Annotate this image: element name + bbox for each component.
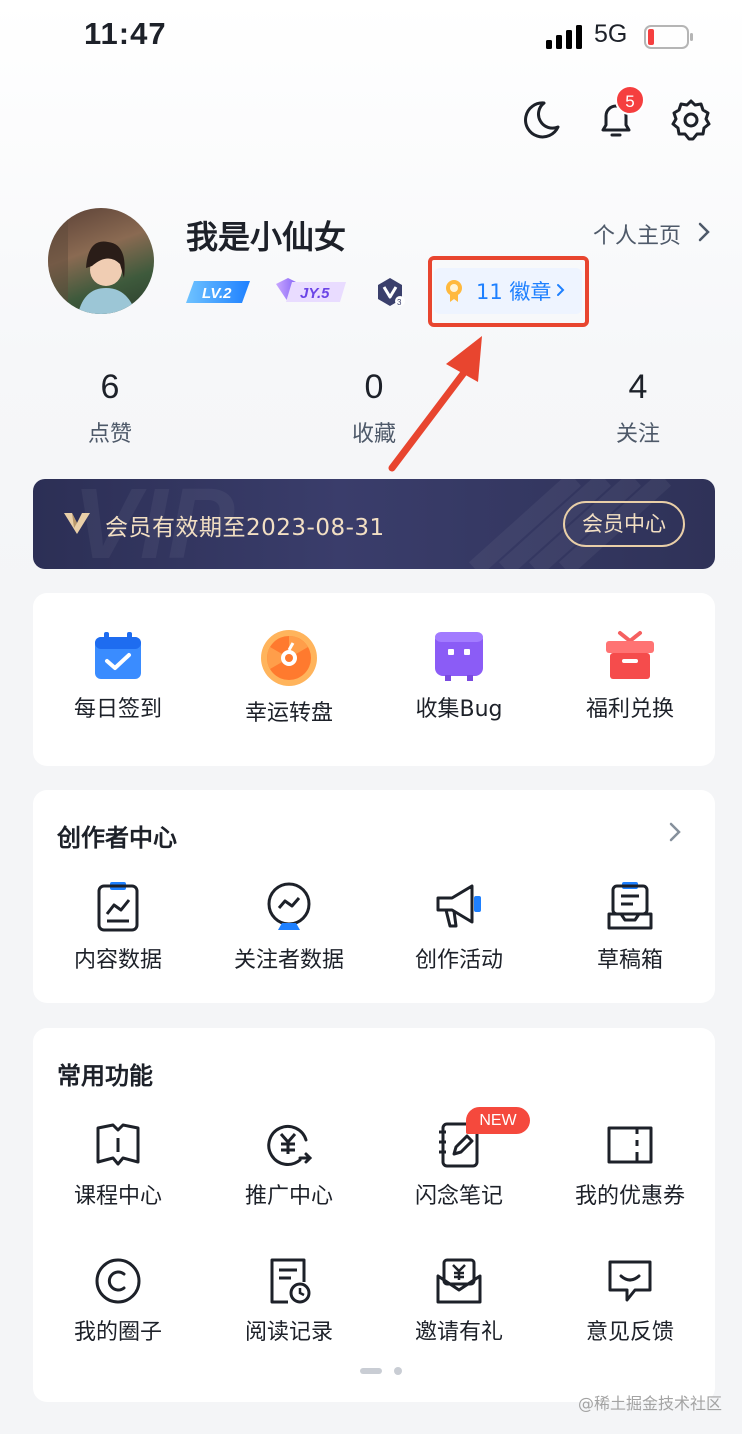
follower-chart-icon xyxy=(267,882,311,930)
reading-history-item[interactable]: 阅读记录 xyxy=(204,1256,374,1346)
chart-clipboard-icon xyxy=(97,882,139,932)
v-badge-level: 3 xyxy=(397,298,402,307)
jy-badge-text: JY.5 xyxy=(300,285,330,302)
homepage-link[interactable]: 个人主页 xyxy=(593,218,681,250)
vip-v-icon xyxy=(64,513,90,534)
book-icon xyxy=(96,1123,140,1166)
creator-item-label: 关注者数据 xyxy=(233,948,344,973)
calendar-check-icon xyxy=(95,632,141,679)
function-label: 意见反馈 xyxy=(585,1320,674,1345)
circle-icon xyxy=(95,1258,141,1304)
battery-icon xyxy=(644,25,693,49)
favorites-label[interactable]: 收藏 xyxy=(314,416,434,448)
creator-item-label: 草稿箱 xyxy=(596,948,663,973)
source-watermark: @稀土掘金技术社区 xyxy=(578,1394,723,1413)
my-coupons-item[interactable]: 我的优惠券 xyxy=(545,1120,715,1210)
common-functions-title: 常用功能 xyxy=(57,1062,153,1090)
megaphone-icon xyxy=(436,884,481,928)
favorites-count[interactable]: 0 xyxy=(314,368,434,407)
gift-icon xyxy=(606,631,654,679)
avatar[interactable] xyxy=(48,208,154,314)
drafts-item[interactable]: 草稿箱 xyxy=(545,880,715,974)
content-data-item[interactable]: 内容数据 xyxy=(33,880,203,974)
feedback-item[interactable]: 意见反馈 xyxy=(545,1256,715,1346)
function-label: 闪念笔记 xyxy=(414,1184,503,1209)
common-functions-card: 常用功能 课程中心 推广中心 闪念笔记 我的优惠券 我的圈子 阅读记录 邀请有礼… xyxy=(33,1028,715,1402)
daily-checkin-item[interactable]: 每日签到 xyxy=(33,629,203,723)
chevron-right-icon[interactable] xyxy=(696,220,712,244)
coupon-icon xyxy=(607,1126,653,1164)
function-label: 课程中心 xyxy=(73,1184,162,1209)
function-label: 阅读记录 xyxy=(244,1320,333,1345)
function-label: 邀请有礼 xyxy=(414,1320,503,1345)
drafts-icon xyxy=(607,882,653,930)
level-badge-text: LV.2 xyxy=(202,285,232,302)
invite-gift-icon xyxy=(436,1258,482,1304)
creator-item-label: 内容数据 xyxy=(73,948,162,973)
quick-action-label: 收集Bug xyxy=(415,697,503,722)
creation-activity-item[interactable]: 创作活动 xyxy=(374,880,544,974)
chevron-right-icon[interactable] xyxy=(667,820,683,844)
vip-banner[interactable]: VIP 会员有效期至2023-08-31 会员中心 xyxy=(33,479,715,569)
invite-gift-item[interactable]: 邀请有礼 xyxy=(374,1256,544,1346)
username: 我是小仙女 xyxy=(186,218,347,256)
function-label: 我的优惠券 xyxy=(574,1184,685,1209)
course-center-item[interactable]: 课程中心 xyxy=(33,1120,203,1210)
status-time: 11:47 xyxy=(84,16,167,51)
function-label: 推广中心 xyxy=(244,1184,333,1209)
likes-label[interactable]: 点赞 xyxy=(50,416,170,448)
dark-mode-moon-icon[interactable] xyxy=(518,97,564,143)
function-label: 我的圈子 xyxy=(73,1320,162,1345)
notification-count-badge: 5 xyxy=(615,85,645,115)
new-badge: NEW xyxy=(466,1107,530,1134)
signal-icon xyxy=(546,25,582,49)
creator-center-title[interactable]: 创作者中心 xyxy=(57,818,177,853)
reading-history-icon xyxy=(270,1258,311,1304)
yuan-share-icon xyxy=(267,1124,313,1166)
page-indicator[interactable] xyxy=(360,1366,404,1376)
following-count[interactable]: 4 xyxy=(578,368,698,407)
promotion-center-item[interactable]: 推广中心 xyxy=(204,1120,374,1210)
bug-box-icon xyxy=(435,632,483,681)
following-label[interactable]: 关注 xyxy=(578,416,698,448)
follower-data-item[interactable]: 关注者数据 xyxy=(204,880,374,974)
welfare-exchange-item[interactable]: 福利兑换 xyxy=(545,629,715,723)
verified-v-badge-icon[interactable]: 3 xyxy=(375,277,405,307)
settings-gear-icon[interactable] xyxy=(668,97,714,143)
creator-item-label: 创作活动 xyxy=(414,948,503,973)
jy-level-badge[interactable]: JY.5 xyxy=(274,276,348,306)
quick-actions-card: 每日签到 幸运转盘 收集Bug 福利兑换 xyxy=(33,593,715,766)
collect-bug-item[interactable]: 收集Bug xyxy=(374,629,544,723)
my-circles-item[interactable]: 我的圈子 xyxy=(33,1256,203,1346)
quick-action-label: 每日签到 xyxy=(73,697,162,722)
lucky-wheel-icon xyxy=(261,630,317,686)
vip-expiry-text: 会员有效期至2023-08-31 xyxy=(105,515,385,541)
annotation-highlight-box xyxy=(428,256,589,327)
vip-center-button[interactable]: 会员中心 xyxy=(563,501,685,547)
quick-action-label: 幸运转盘 xyxy=(244,701,333,726)
lucky-wheel-item[interactable]: 幸运转盘 xyxy=(204,629,374,727)
creator-center-card: 创作者中心 内容数据 关注者数据 创作活动 草稿箱 xyxy=(33,790,715,1003)
quick-action-label: 福利兑换 xyxy=(585,697,674,722)
likes-count[interactable]: 6 xyxy=(50,368,170,407)
network-type: 5G xyxy=(594,20,628,48)
level-badge[interactable]: LV.2 xyxy=(186,279,250,305)
feedback-icon xyxy=(608,1260,652,1302)
